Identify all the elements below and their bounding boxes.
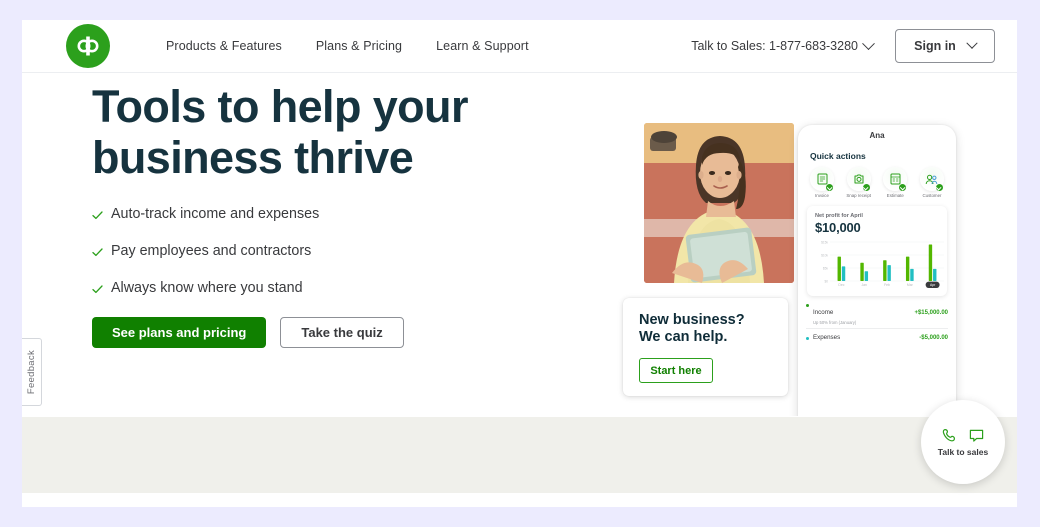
talk-to-sales-widget[interactable]: Talk to sales [921,400,1005,484]
chat-bubble-icon [969,429,984,442]
new-business-line-2: We can help. [639,329,728,345]
quick-action-customer[interactable]: Customer [916,167,948,198]
phone-user-name: Ana [869,130,885,140]
list-item-label: Pay employees and contractors [111,243,312,259]
nav-item-learn-support[interactable]: Learn & Support [436,39,529,53]
chevron-down-icon [862,36,875,50]
page-content: Products & Features Plans & Pricing Lear… [22,20,1017,507]
page-title: Tools to help your business thrive [92,81,592,183]
quick-actions-title: Quick actions [810,151,866,161]
transaction-row-income[interactable]: Income Up 50% from (January) +$15,000.00 [804,296,950,328]
customer-icon [919,167,944,191]
add-badge-icon [899,184,907,191]
svg-text:$5k: $5k [823,266,829,270]
main-navigation: Products & Features Plans & Pricing Lear… [166,39,529,53]
transaction-name: Income [813,309,834,316]
transaction-amount: +$15,000.00 [914,310,948,316]
qb-logo-icon [66,24,110,68]
chevron-down-icon [966,37,978,49]
check-icon [92,207,103,225]
hero-title-line-2: business thrive [92,132,414,183]
estimate-icon [883,167,908,191]
see-plans-and-pricing-button[interactable]: See plans and pricing [92,317,267,348]
quickbooks-logo[interactable] [66,24,112,70]
hero-copy: Tools to help your business thrive Auto-… [92,81,592,348]
new-business-card-title: New business? We can help. [639,312,772,346]
new-business-card: New business? We can help. Start here [623,298,788,396]
talk-to-sales-label: Talk to sales [937,447,989,457]
svg-text:Dec: Dec [838,283,844,287]
header-right-group: Talk to Sales: 1-877-683-3280 Sign in [691,29,995,63]
transaction-row-expenses[interactable]: Expenses -$5,000.00 [804,329,950,344]
income-dot-icon [806,304,809,307]
phone-mockup: Ana Quick actions Invoice Snap receipt E… [798,125,956,416]
list-item: Auto-track income and expenses [92,205,592,225]
talk-to-sales-dropdown[interactable]: Talk to Sales: 1-877-683-3280 [691,36,875,53]
hero-cta-group: See plans and pricing Take the quiz [92,317,592,348]
check-icon [92,244,103,262]
transaction-name: Expenses [813,334,841,341]
svg-text:Jan: Jan [861,283,867,287]
hero-section: Tools to help your business thrive Auto-… [22,73,1017,416]
list-item: Pay employees and contractors [92,242,592,262]
phone-topbar: Ana [804,125,950,145]
svg-text:$10k: $10k [821,253,828,257]
nav-item-products-features[interactable]: Products & Features [166,39,282,53]
svg-text:$15k: $15k [821,240,828,244]
add-badge-icon [826,184,833,191]
list-item-label: Always know where you stand [111,280,303,296]
quick-action-invoice[interactable]: Invoice [806,167,838,198]
quick-action-estimate[interactable]: Estimate [879,167,911,198]
phone-icon [942,429,955,442]
svg-text:Feb: Feb [884,283,890,287]
site-header: Products & Features Plans & Pricing Lear… [22,20,1017,73]
transaction-subtext: Up 50% from (January) [813,320,857,325]
quick-action-snap-receipt[interactable]: Snap receipt [843,167,875,198]
expenses-dot-icon [806,337,809,340]
quick-action-label: Estimate [886,193,904,198]
net-profit-label: Net profit for April [815,213,863,219]
feedback-tab[interactable]: Feedback [22,338,42,406]
transaction-amount: -$5,000.00 [919,334,948,341]
net-profit-card: Net profit for April $10,000 $15k $10k $5k… [807,206,947,296]
sign-in-button[interactable]: Sign in [895,29,995,63]
quick-action-label: Snap receipt [846,193,871,198]
feedback-tab-label: Feedback [26,349,37,395]
hero-title-line-1: Tools to help your [92,81,468,132]
list-item: Always know where you stand [92,279,592,299]
svg-text:Apr: Apr [930,283,936,287]
add-badge-icon [862,184,870,191]
quick-action-label: Customer [922,193,942,198]
svg-text:Mar: Mar [907,283,914,287]
take-the-quiz-button[interactable]: Take the quiz [280,317,404,348]
start-here-button[interactable]: Start here [639,358,713,383]
quick-action-label: Invoice [815,193,829,198]
hero-photo [644,123,794,283]
sign-in-label: Sign in [914,39,956,53]
snap-receipt-icon [846,167,871,191]
nav-item-plans-pricing[interactable]: Plans & Pricing [316,39,402,53]
talk-to-sales-icons [941,427,985,444]
hero-benefit-list: Auto-track income and expenses Pay emplo… [92,205,592,299]
add-badge-icon [935,184,943,191]
net-profit-chart: $15k $10k $5k $0 Dec Jan Feb Mar Apr [815,240,944,290]
check-icon [92,281,103,299]
invoice-icon [810,167,834,191]
quick-actions-row: Invoice Snap receipt Estimate Customer [806,167,948,198]
section-below-hero [22,417,1017,493]
new-business-line-1: New business? [639,312,745,328]
talk-to-sales-label: Talk to Sales: 1-877-683-3280 [691,39,858,53]
net-profit-amount: $10,000 [815,220,861,235]
svg-text:$0: $0 [824,279,828,283]
list-item-label: Auto-track income and expenses [111,206,320,222]
